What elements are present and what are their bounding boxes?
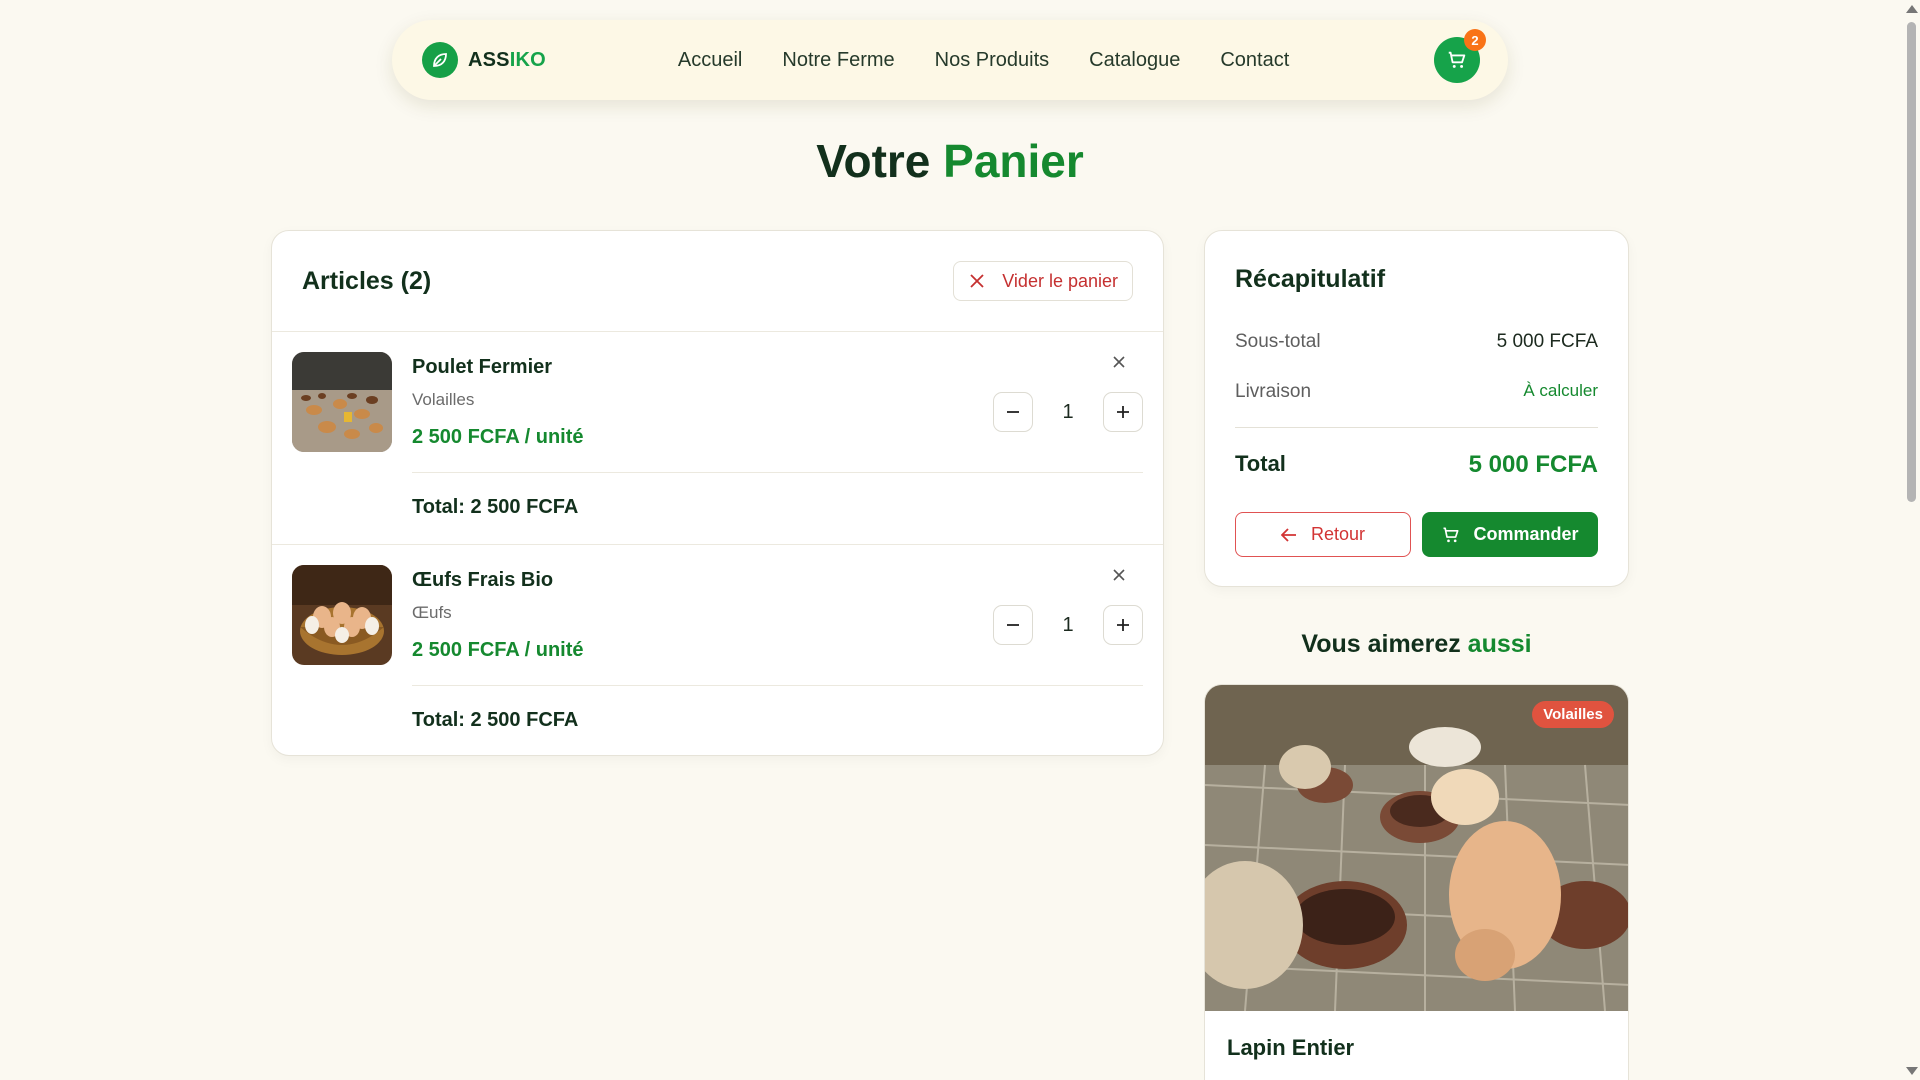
- total-label: Total: [1235, 451, 1286, 476]
- back-button[interactable]: Retour: [1235, 512, 1411, 557]
- subtotal-row: Sous-total 5 000 FCFA: [1235, 331, 1598, 353]
- order-label: Commander: [1473, 524, 1579, 544]
- scroll-up-arrow-icon[interactable]: [1906, 5, 1918, 13]
- nav-link-contact[interactable]: Contact: [1220, 49, 1289, 72]
- quantity-stepper: 1: [993, 605, 1143, 645]
- subtotal-value: 5 000 FCFA: [1496, 331, 1598, 352]
- item-category: Volailles: [412, 390, 475, 409]
- chickens-photo: [292, 352, 392, 452]
- item-name: Poulet Fermier: [412, 356, 553, 378]
- shipping-row: Livraison À calculer: [1235, 381, 1598, 403]
- item-name: Œufs Frais Bio: [412, 569, 554, 591]
- suggestions-title: Vous aimerez aussi: [1301, 630, 1532, 658]
- brand-logo[interactable]: ASSIKO: [422, 42, 546, 78]
- category-badge: Volailles: [1532, 701, 1614, 728]
- remove-item-icon[interactable]: [1109, 565, 1129, 585]
- scroll-down-arrow-icon[interactable]: [1906, 1067, 1918, 1075]
- shipping-label: Livraison: [1235, 381, 1312, 402]
- cart-item: Œufs Frais Bio Œufs 2 500 FCFA / unité 1…: [272, 544, 1163, 756]
- nav-link-nos-produits[interactable]: Nos Produits: [935, 49, 1050, 72]
- nav-link-accueil[interactable]: Accueil: [678, 49, 742, 72]
- divider: [1235, 427, 1598, 428]
- cart-count-badge: 2: [1464, 29, 1486, 51]
- divider: [412, 685, 1143, 686]
- item-unit-price: 2 500 FCFA / unité: [412, 426, 584, 448]
- cart-panel: Articles (2) Vider le panier Poulet Ferm…: [271, 230, 1164, 756]
- quantity-value: 1: [1062, 400, 1074, 423]
- rabbits-photo: [1205, 685, 1628, 1011]
- quantity-stepper: 1: [993, 392, 1143, 432]
- minus-icon: [1007, 624, 1019, 626]
- cart-item: Poulet Fermier Volailles 2 500 FCFA / un…: [272, 332, 1163, 544]
- decrease-quantity-button[interactable]: [993, 392, 1033, 432]
- arrow-left-icon: [1280, 527, 1296, 542]
- summary-actions: Retour Commander: [1235, 512, 1598, 557]
- item-unit-price: 2 500 FCFA / unité: [412, 639, 584, 661]
- remove-item-icon[interactable]: [1109, 352, 1129, 372]
- product-name: Lapin Entier: [1227, 1035, 1355, 1060]
- quantity-value: 1: [1062, 613, 1074, 636]
- cart-icon: [1443, 527, 1459, 542]
- cart-heading: Articles (2): [302, 266, 432, 295]
- plus-icon: [1117, 406, 1129, 418]
- clear-cart-button[interactable]: Vider le panier: [953, 261, 1133, 301]
- shipping-value: À calculer: [1523, 381, 1598, 400]
- nav-link-catalogue[interactable]: Catalogue: [1089, 49, 1180, 72]
- order-button[interactable]: Commander: [1422, 512, 1598, 557]
- divider: [412, 472, 1143, 473]
- order-summary: Récapitulatif Sous-total 5 000 FCFA Livr…: [1204, 230, 1629, 587]
- product-card[interactable]: Volailles Lapin Entier: [1204, 684, 1629, 1080]
- minus-icon: [1007, 411, 1019, 413]
- close-icon: [970, 274, 984, 288]
- cart-icon: [1448, 51, 1466, 68]
- cart-header: Articles (2) Vider le panier: [272, 231, 1163, 332]
- page-scrollbar[interactable]: [1903, 0, 1920, 1080]
- nav-link-notre-ferme[interactable]: Notre Ferme: [782, 49, 894, 72]
- brand-name: ASSIKO: [468, 48, 546, 71]
- summary-title: Récapitulatif: [1235, 265, 1386, 293]
- leaf-icon: [422, 42, 458, 78]
- item-category: Œufs: [412, 603, 452, 622]
- total-value: 5 000 FCFA: [1468, 451, 1598, 478]
- navbar: ASSIKO Accueil Notre Ferme Nos Produits …: [392, 20, 1508, 100]
- subtotal-label: Sous-total: [1235, 331, 1321, 352]
- plus-icon: [1117, 619, 1129, 631]
- item-total: Total: 2 500 FCFA: [412, 709, 579, 731]
- back-label: Retour: [1310, 524, 1366, 544]
- decrease-quantity-button[interactable]: [993, 605, 1033, 645]
- scrollbar-thumb[interactable]: [1907, 22, 1916, 502]
- nav-links: Accueil Notre Ferme Nos Produits Catalog…: [678, 49, 1289, 72]
- item-total: Total: 2 500 FCFA: [412, 496, 579, 518]
- increase-quantity-button[interactable]: [1103, 392, 1143, 432]
- clear-cart-label: Vider le panier: [1002, 270, 1118, 291]
- increase-quantity-button[interactable]: [1103, 605, 1143, 645]
- eggs-basket-photo: [292, 565, 392, 665]
- page-title: Votre Panier: [816, 135, 1084, 187]
- total-row: Total 5 000 FCFA: [1235, 451, 1598, 479]
- cart-button[interactable]: 2: [1434, 29, 1486, 83]
